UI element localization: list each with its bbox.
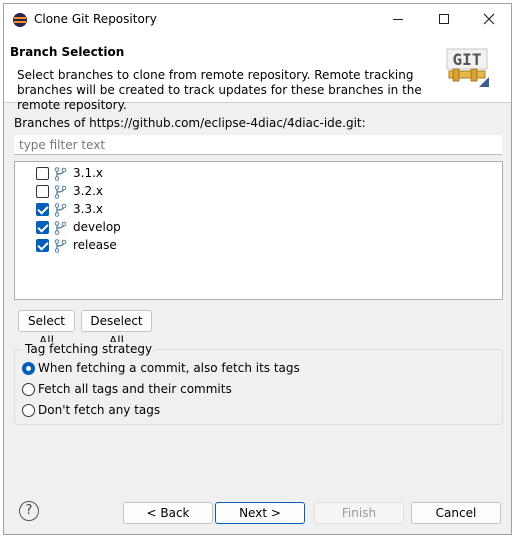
branch-icon <box>54 221 67 235</box>
maximize-icon <box>439 14 449 24</box>
radio-label: When fetching a commit, also fetch its t… <box>38 361 300 375</box>
branch-row-3-3-x[interactable]: 3.3.x <box>15 201 502 219</box>
close-button[interactable] <box>467 4 511 35</box>
radio-button[interactable] <box>22 362 35 375</box>
git-logo-text: GIT <box>453 50 482 69</box>
help-icon: ? <box>25 503 33 518</box>
branch-icon <box>54 185 67 199</box>
branch-name: 3.1.x <box>73 166 103 180</box>
deselect-all-button[interactable]: Deselect All <box>81 310 152 348</box>
branch-row-3-2-x[interactable]: 3.2.x <box>15 183 502 201</box>
title-bar: Clone Git Repository <box>4 4 511 35</box>
select-all-button[interactable]: Select All <box>18 310 75 348</box>
branch-checkbox[interactable] <box>36 203 49 216</box>
tag-fetching-legend: Tag fetching strategy <box>23 342 155 356</box>
close-icon <box>483 13 495 25</box>
branch-row-3-1-x[interactable]: 3.1.x <box>15 165 502 183</box>
branch-list[interactable]: 3.1.x 3.2.x 3.3.x develop release <box>14 161 503 300</box>
branches-label: Branches of https://github.com/eclipse-4… <box>14 116 366 130</box>
cancel-button[interactable]: Cancel <box>411 502 501 524</box>
radio-button[interactable] <box>22 404 35 417</box>
minimize-icon <box>393 18 403 20</box>
branch-name: 3.2.x <box>73 184 103 198</box>
eclipse-icon <box>13 13 27 27</box>
back-button[interactable]: < Back <box>123 502 213 524</box>
branch-checkbox[interactable] <box>36 239 49 252</box>
branch-name: release <box>73 238 117 252</box>
branch-icon <box>54 239 67 253</box>
radio-button[interactable] <box>22 383 35 396</box>
branch-icon <box>54 203 67 217</box>
branch-row-develop[interactable]: develop <box>15 219 502 237</box>
branch-name: develop <box>73 220 121 234</box>
wizard-banner: Branch Selection Select branches to clon… <box>4 35 511 112</box>
branch-checkbox[interactable] <box>36 221 49 234</box>
radio-label: Fetch all tags and their commits <box>38 382 232 396</box>
radio-label: Don't fetch any tags <box>38 403 161 417</box>
minimize-button[interactable] <box>376 4 420 35</box>
help-button[interactable]: ? <box>19 501 39 521</box>
page-title: Branch Selection <box>10 45 125 59</box>
finish-button[interactable]: Finish <box>314 502 404 524</box>
maximize-button[interactable] <box>422 4 466 35</box>
page-description: Select branches to clone from remote rep… <box>17 68 422 112</box>
branch-checkbox[interactable] <box>36 185 49 198</box>
clone-git-repository-dialog: Clone Git Repository Branch Selection Se… <box>3 3 512 535</box>
branch-icon <box>54 167 67 181</box>
git-logo-icon: GIT <box>446 48 489 87</box>
window-title: Clone Git Repository <box>34 12 157 26</box>
branch-name: 3.3.x <box>73 202 103 216</box>
filter-input[interactable] <box>14 135 502 155</box>
next-button[interactable]: Next > <box>215 502 305 524</box>
branch-row-release[interactable]: release <box>15 237 502 255</box>
branch-checkbox[interactable] <box>36 167 49 180</box>
